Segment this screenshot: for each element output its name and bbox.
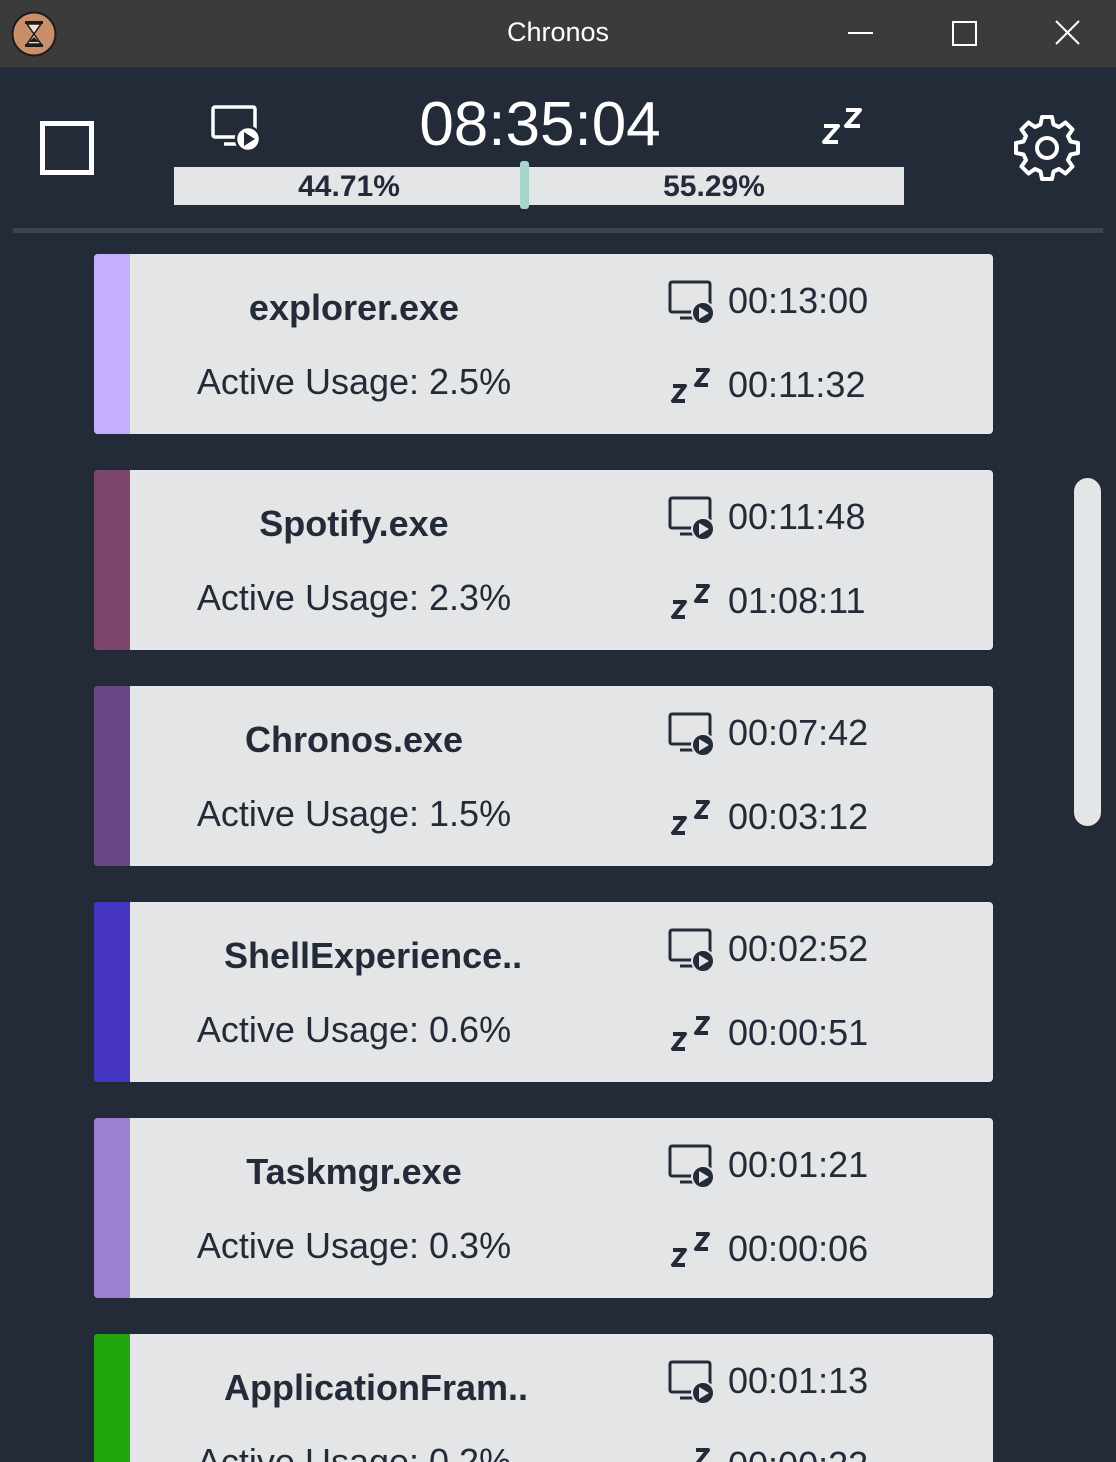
monitor-play-icon bbox=[668, 280, 718, 326]
process-card[interactable]: Spotify.exe Active Usage: 2.3% 00:11:48 01:… bbox=[94, 470, 993, 650]
scrollbar-thumb[interactable] bbox=[1074, 478, 1101, 826]
zzz-icon bbox=[670, 796, 714, 838]
zzz-icon bbox=[670, 1228, 714, 1270]
monitor-play-icon bbox=[210, 104, 264, 153]
stop-button[interactable] bbox=[40, 121, 94, 175]
process-color-swatch bbox=[94, 1118, 130, 1298]
process-active-time: 00:11:48 bbox=[728, 496, 866, 537]
process-color-swatch bbox=[94, 254, 130, 434]
process-name: explorer.exe bbox=[248, 287, 460, 328]
minimize-button[interactable] bbox=[810, 0, 910, 67]
process-name: ShellExperience.. bbox=[224, 935, 523, 976]
process-active-usage: Active Usage: 0.3% bbox=[196, 1225, 512, 1266]
process-active-time: 00:07:42 bbox=[728, 712, 869, 753]
close-button[interactable] bbox=[1016, 0, 1116, 67]
process-active-usage: Active Usage: 0.2% bbox=[196, 1441, 512, 1462]
process-active-usage: Active Usage: 2.3% bbox=[196, 577, 512, 618]
process-card[interactable]: explorer.exe Active Usage: 2.5% 00:13:00 00… bbox=[94, 254, 993, 434]
monitor-play-icon bbox=[668, 496, 718, 542]
process-sleep-time: 01:08:11 bbox=[728, 580, 866, 621]
process-active-time: 00:02:52 bbox=[728, 928, 869, 969]
process-card[interactable]: Taskmgr.exe Active Usage: 0.3% 00:01:21 00:… bbox=[94, 1118, 993, 1298]
zzz-icon bbox=[670, 580, 714, 622]
session-clock: 08:35:04 bbox=[419, 90, 661, 159]
process-card[interactable]: Chronos.exe Active Usage: 1.5% 00:07:42 00:… bbox=[94, 686, 993, 866]
settings-gear-icon[interactable] bbox=[1014, 115, 1080, 181]
process-active-time: 00:01:21 bbox=[728, 1144, 869, 1185]
process-name: Chronos.exe bbox=[244, 719, 464, 760]
ratio-divider bbox=[520, 161, 529, 209]
sleep-percent: 55.29% bbox=[663, 170, 765, 203]
process-active-usage: Active Usage: 2.5% bbox=[196, 361, 512, 402]
process-sleep-time: 00:00:22 bbox=[728, 1444, 868, 1462]
zzz-icon bbox=[820, 104, 868, 148]
maximize-button[interactable] bbox=[914, 0, 1014, 67]
process-active-usage: Active Usage: 1.5% bbox=[196, 793, 512, 834]
zzz-icon bbox=[670, 364, 714, 406]
process-card[interactable]: ShellExperience.. Active Usage: 0.6% 00:02… bbox=[94, 902, 993, 1082]
process-sleep-time: 00:03:12 bbox=[728, 796, 869, 837]
process-sleep-time: 00:00:51 bbox=[728, 1012, 869, 1053]
active-percent: 44.71% bbox=[298, 170, 400, 203]
zzz-icon bbox=[670, 1444, 714, 1462]
process-list: explorer.exe Active Usage: 2.5% 00:13:00 00… bbox=[0, 233, 1116, 1462]
process-color-swatch bbox=[94, 470, 130, 650]
title-bar: Chronos bbox=[0, 0, 1116, 67]
zzz-icon bbox=[670, 1012, 714, 1054]
process-color-swatch bbox=[94, 902, 130, 1082]
usage-ratio-bar: 44.71% 55.29% bbox=[174, 161, 904, 209]
process-color-swatch bbox=[94, 1334, 130, 1462]
process-active-usage: Active Usage: 0.6% bbox=[196, 1009, 512, 1050]
process-color-swatch bbox=[94, 686, 130, 866]
process-sleep-time: 00:11:32 bbox=[728, 364, 866, 405]
process-active-time: 00:01:13 bbox=[728, 1360, 869, 1401]
process-active-time: 00:13:00 bbox=[728, 280, 869, 321]
monitor-play-icon bbox=[668, 1360, 718, 1406]
process-card[interactable]: ApplicationFram.. Active Usage: 0.2% 00:01… bbox=[94, 1334, 993, 1462]
process-name: Spotify.exe bbox=[259, 503, 449, 544]
monitor-play-icon bbox=[668, 928, 718, 974]
process-sleep-time: 00:00:06 bbox=[728, 1228, 869, 1269]
process-name: Taskmgr.exe bbox=[246, 1151, 462, 1192]
monitor-play-icon bbox=[668, 1144, 718, 1190]
monitor-play-icon bbox=[668, 712, 718, 758]
process-name: ApplicationFram.. bbox=[224, 1367, 529, 1408]
